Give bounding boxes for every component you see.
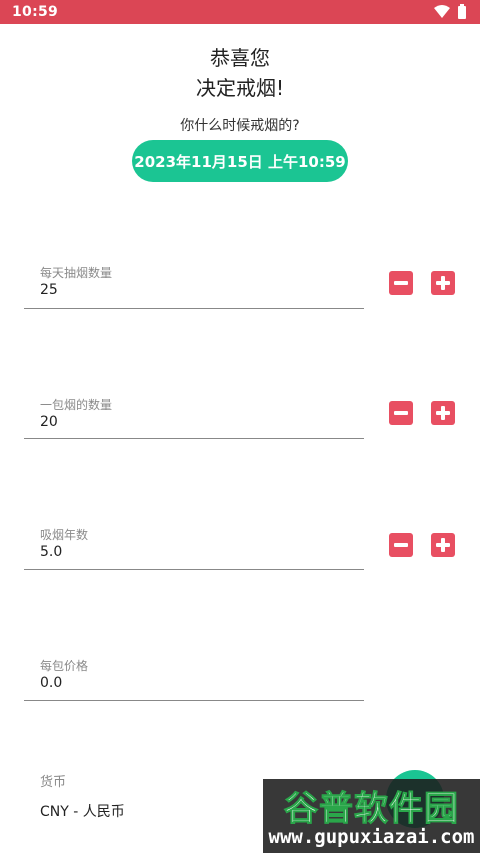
wifi-icon <box>434 5 450 18</box>
smoking-years-field[interactable]: 吸烟年数 5.0 <box>24 526 364 570</box>
smoking-years-decrement-button[interactable] <box>389 533 413 557</box>
field-value[interactable]: 20 <box>40 414 58 430</box>
cigarettes-per-day-decrement-button[interactable] <box>389 271 413 295</box>
field-value[interactable]: 5.0 <box>40 544 62 560</box>
cigarettes-per-pack-decrement-button[interactable] <box>389 401 413 425</box>
currency-select[interactable]: CNY - 人民币 <box>40 801 125 821</box>
quit-date-button[interactable]: 2023年11月15日 上午10:59 <box>132 140 348 182</box>
cigarettes-per-day-increment-button[interactable] <box>431 271 455 295</box>
field-label: 一包烟的数量 <box>40 398 113 412</box>
field-value[interactable]: 0.0 <box>40 675 62 691</box>
smoking-years-increment-button[interactable] <box>431 533 455 557</box>
field-label: 每包价格 <box>40 659 89 673</box>
cigarettes-per-pack-increment-button[interactable] <box>431 401 455 425</box>
quit-date-question: 你什么时候戒烟的? <box>180 118 300 134</box>
field-label: 每天抽烟数量 <box>40 266 113 280</box>
battery-icon <box>458 3 466 19</box>
cigarettes-per-pack-field[interactable]: 一包烟的数量 20 <box>24 396 364 439</box>
field-value[interactable]: 25 <box>40 282 58 298</box>
watermark-text: 谷普软件园 <box>284 789 459 830</box>
status-icons <box>434 3 466 19</box>
watermark-url: www.gupuxiazai.com <box>268 826 475 848</box>
status-bar: 10:59 <box>0 0 480 24</box>
field-label: 吸烟年数 <box>40 528 89 542</box>
decision-title: 决定戒烟! <box>195 76 285 100</box>
watermark-logo: 谷普软件园 www.gupuxiazai.com <box>263 779 480 853</box>
cigarettes-per-day-field[interactable]: 每天抽烟数量 25 <box>24 264 364 309</box>
status-time: 10:59 <box>12 4 59 20</box>
currency-label: 货币 <box>40 775 67 790</box>
price-per-pack-field[interactable]: 每包价格 0.0 <box>24 657 364 701</box>
congrats-title: 恭喜您 <box>210 46 270 70</box>
